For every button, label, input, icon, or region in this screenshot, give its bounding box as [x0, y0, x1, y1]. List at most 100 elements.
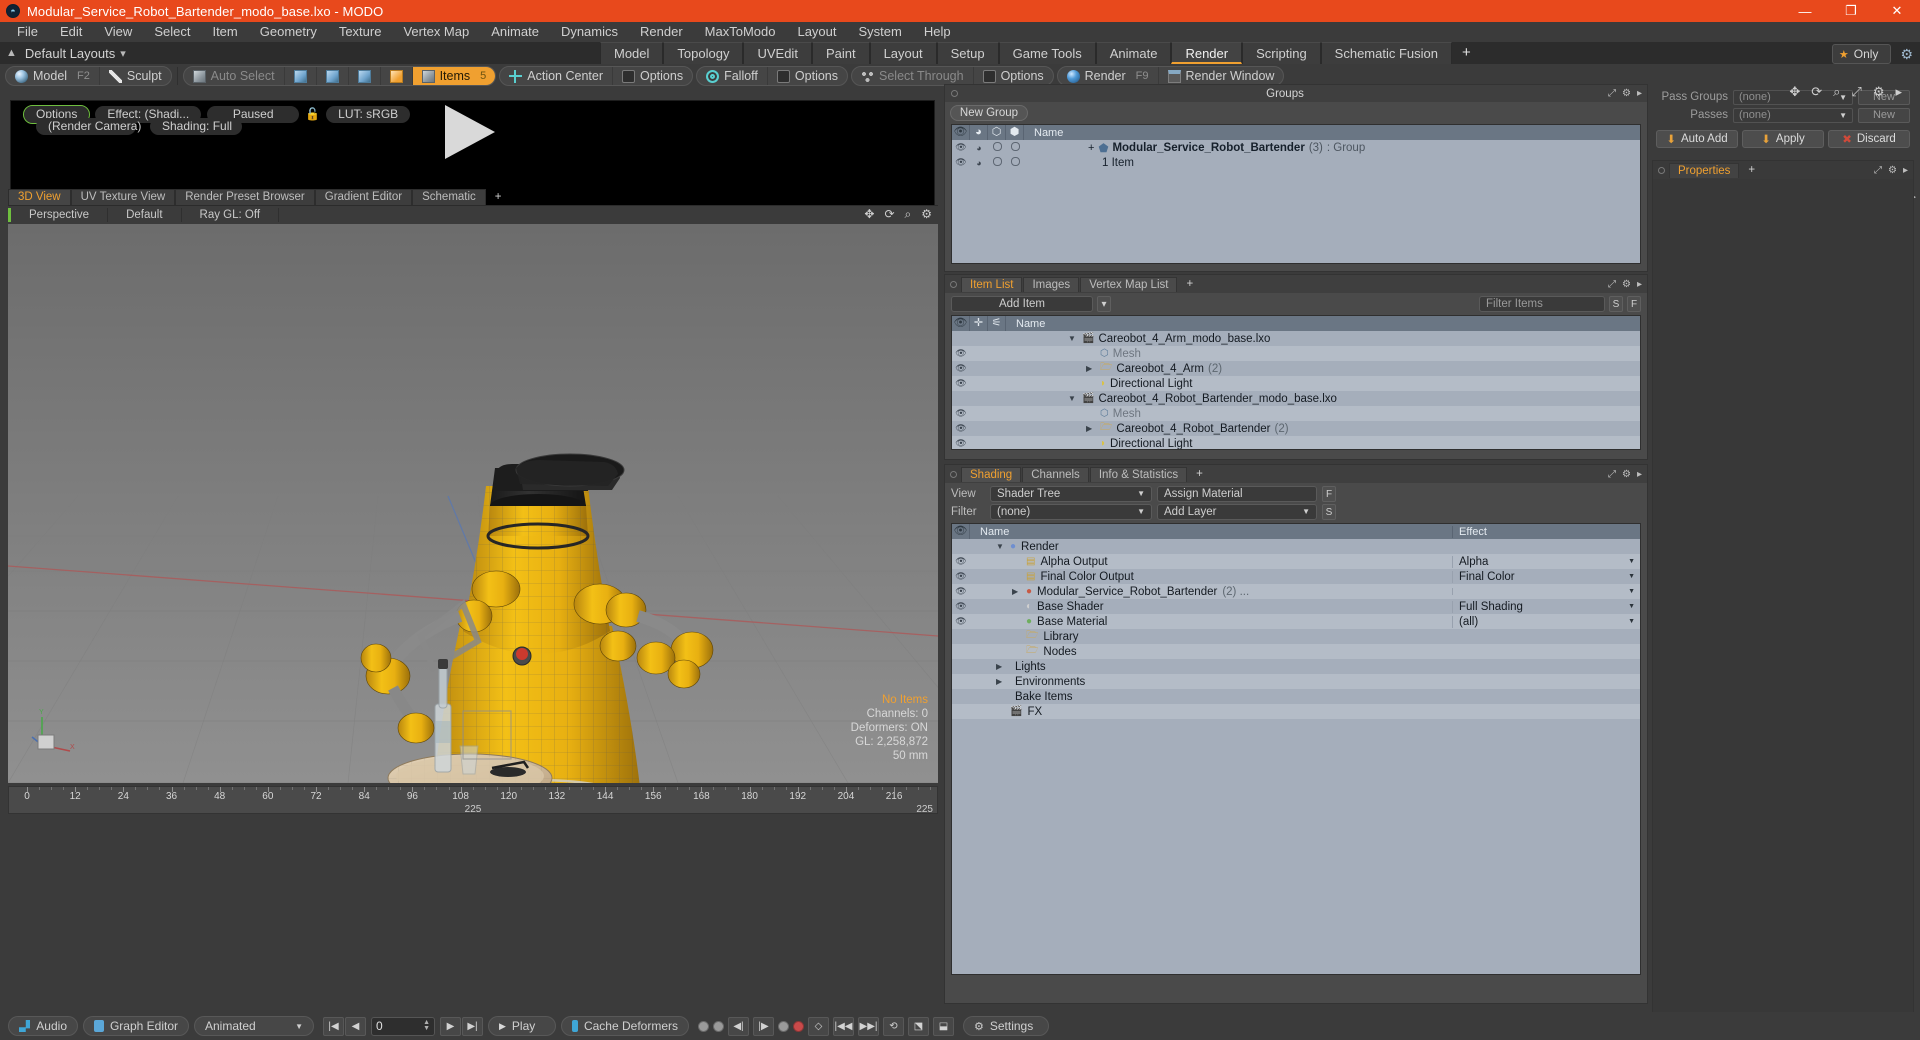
tab-item-list[interactable]: Item List: [961, 276, 1023, 292]
maximize-button[interactable]: ❐: [1828, 0, 1874, 22]
add-properties-tab-button[interactable]: +: [1740, 163, 1763, 177]
chevron-right-icon[interactable]: ▸: [1637, 279, 1642, 290]
table-row[interactable]: Bake Items: [952, 689, 1640, 704]
expander-icon[interactable]: ▶: [996, 662, 1005, 671]
menu-system[interactable]: System: [848, 22, 913, 42]
row-eye-icon[interactable]: 👁: [952, 616, 970, 627]
menu-animate[interactable]: Animate: [480, 22, 550, 42]
shading-f-button[interactable]: F: [1322, 486, 1336, 502]
gear-icon[interactable]: ⚙: [921, 207, 932, 222]
tab-images[interactable]: Images: [1023, 276, 1080, 292]
menu-texture[interactable]: Texture: [328, 22, 393, 42]
table-row[interactable]: ▶ Lights: [952, 659, 1640, 674]
table-row[interactable]: 👁 ◕ + ⬟ Modular_Service_Robot_Bartender …: [952, 140, 1640, 155]
layout-tab-paint[interactable]: Paint: [811, 42, 870, 64]
key-delete-button[interactable]: ◇: [808, 1016, 829, 1036]
item-list[interactable]: 👁 ✛ ⚟ Name ▼ 🎬 Careobot_4_Arm_modo_base.lx…: [951, 315, 1641, 450]
default-layouts-selector[interactable]: ▲ Default Layouts ▾: [0, 46, 600, 61]
viewport-tab-uv-texture-view[interactable]: UV Texture View: [70, 189, 176, 205]
toggle-icon-2[interactable]: [713, 1020, 724, 1032]
key-range-end-button[interactable]: ▶▶|: [858, 1016, 879, 1036]
shader-tree[interactable]: 👁 Name Effect ▼ ● Render 👁 ▤ Alpha Output Alph…: [951, 523, 1641, 975]
viewport-perspective-selector[interactable]: Perspective: [8, 208, 109, 222]
audio-button[interactable]: Audio: [8, 1016, 78, 1036]
play-button[interactable]: ▶ Play: [488, 1016, 556, 1036]
view-select[interactable]: Shader Tree ▼: [990, 486, 1152, 502]
chevron-down-icon[interactable]: ▼: [1628, 558, 1635, 565]
shader-effect-cell[interactable]: (all) ▼: [1452, 615, 1640, 628]
gear-icon[interactable]: ⚙: [1897, 46, 1916, 63]
row-eye-icon[interactable]: 👁: [952, 571, 970, 582]
row-link-icon[interactable]: ◕: [970, 158, 988, 168]
layout-tab-setup[interactable]: Setup: [936, 42, 999, 64]
shader-effect-cell[interactable]: Final Color ▼: [1452, 570, 1640, 583]
maximize-panel-icon[interactable]: ⤢: [1608, 469, 1616, 480]
table-row[interactable]: ▼ 🎬 Careobot_4_Arm_modo_base.lxo: [952, 331, 1640, 346]
timeline-ruler[interactable]: 0 12 24 36 48 60 72 84 96 108 120 132 144 156 168 180 19…: [8, 786, 938, 815]
loop-button[interactable]: ⟲: [883, 1016, 904, 1036]
material-mode-button[interactable]: [381, 67, 413, 85]
tab-info-statistics[interactable]: Info & Statistics: [1089, 466, 1188, 482]
key-range-start-button[interactable]: |◀◀: [833, 1016, 854, 1036]
current-frame-input[interactable]: 0 ▲ ▼: [371, 1016, 435, 1036]
filter-items-input[interactable]: Filter Items: [1479, 296, 1605, 312]
frame-stepper-icon[interactable]: ▲ ▼: [423, 1019, 430, 1032]
go-to-end-button[interactable]: ▶|: [462, 1016, 483, 1036]
viewport-raygl-toggle[interactable]: Ray GL: Off: [182, 208, 280, 222]
table-row[interactable]: 👁 ◕ 1 Item: [952, 155, 1640, 170]
rotate-icon[interactable]: ⟳: [1811, 84, 1822, 100]
add-shading-tab-button[interactable]: +: [1188, 467, 1211, 481]
action-center-button[interactable]: Action Center: [500, 67, 613, 85]
layout-tab-topology[interactable]: Topology: [663, 42, 744, 64]
expander-icon[interactable]: ▼: [1068, 394, 1078, 403]
cache-deformers-button[interactable]: Cache Deformers: [561, 1016, 689, 1036]
table-row[interactable]: 👁 ⬡ Mesh: [952, 406, 1640, 421]
auto-select-button[interactable]: Auto Select: [184, 67, 285, 85]
row-checkbox-1[interactable]: [988, 156, 1006, 169]
row-checkbox-2[interactable]: [1006, 141, 1024, 154]
pan-icon[interactable]: ✥: [1789, 84, 1800, 100]
maximize-panel-icon[interactable]: ⤢: [1874, 165, 1882, 176]
add-item-dropdown-button[interactable]: ▾: [1097, 296, 1111, 312]
render-shading-selector[interactable]: Shading: Full: [150, 117, 242, 135]
row-eye-icon[interactable]: 👁: [952, 601, 970, 612]
layout-tab-schematic-fusion[interactable]: Schematic Fusion: [1320, 42, 1452, 64]
chevron-down-icon[interactable]: ▼: [1628, 573, 1635, 580]
shader-effect-cell[interactable]: ▼: [1452, 588, 1640, 595]
new-pass-button[interactable]: New: [1858, 107, 1910, 123]
passes-select[interactable]: (none) ▼: [1733, 107, 1853, 123]
filter-select[interactable]: (none) ▼: [990, 504, 1152, 520]
table-row[interactable]: 👁 ▶ ● Modular_Service_Robot_Bartender (2) ..…: [952, 584, 1640, 599]
menu-layout[interactable]: Layout: [786, 22, 847, 42]
add-viewport-tab-button[interactable]: +: [486, 190, 511, 205]
zoom-icon[interactable]: ⌕: [1833, 84, 1840, 100]
table-row[interactable]: 👁 ◐ Base Shader Full Shading ▼: [952, 599, 1640, 614]
menu-edit[interactable]: Edit: [49, 22, 93, 42]
expander-icon[interactable]: ▼: [996, 542, 1005, 551]
table-row[interactable]: 👁 ▶ 🗁 Careobot_4_Robot_Bartender (2): [952, 421, 1640, 436]
falloff-options-button[interactable]: Options: [768, 67, 847, 85]
table-row[interactable]: 👁 ◗ Directional Light: [952, 436, 1640, 449]
menu-item[interactable]: Item: [201, 22, 248, 42]
chevron-right-icon[interactable]: ▸: [1637, 469, 1642, 480]
key-prev-button[interactable]: ◀|: [728, 1016, 749, 1036]
row-eye-icon[interactable]: 👁: [952, 438, 970, 449]
add-item-list-tab-button[interactable]: +: [1178, 277, 1201, 291]
table-row[interactable]: 👁 ◗ Directional Light: [952, 376, 1640, 391]
graph-editor-button[interactable]: Graph Editor: [83, 1016, 189, 1036]
menu-help[interactable]: Help: [913, 22, 962, 42]
expand-icon[interactable]: +: [1088, 142, 1094, 154]
row-eye-icon[interactable]: 👁: [952, 586, 970, 597]
menu-file[interactable]: File: [6, 22, 49, 42]
menu-vertex-map[interactable]: Vertex Map: [392, 22, 480, 42]
discard-button[interactable]: ✖ Discard: [1828, 130, 1910, 148]
go-to-start-button[interactable]: |◀: [323, 1016, 344, 1036]
layout-tab-uvedit[interactable]: UVEdit: [743, 42, 812, 64]
settings-button[interactable]: ⚙ Settings: [963, 1016, 1049, 1036]
render-button[interactable]: Render F9: [1058, 67, 1159, 85]
render-window-button[interactable]: Render Window: [1159, 67, 1284, 85]
expander-icon[interactable]: ▶: [996, 677, 1005, 686]
layout-tab-animate[interactable]: Animate: [1095, 42, 1172, 64]
shading-s-button[interactable]: S: [1322, 504, 1336, 520]
polygon-mode-button[interactable]: [349, 67, 381, 85]
